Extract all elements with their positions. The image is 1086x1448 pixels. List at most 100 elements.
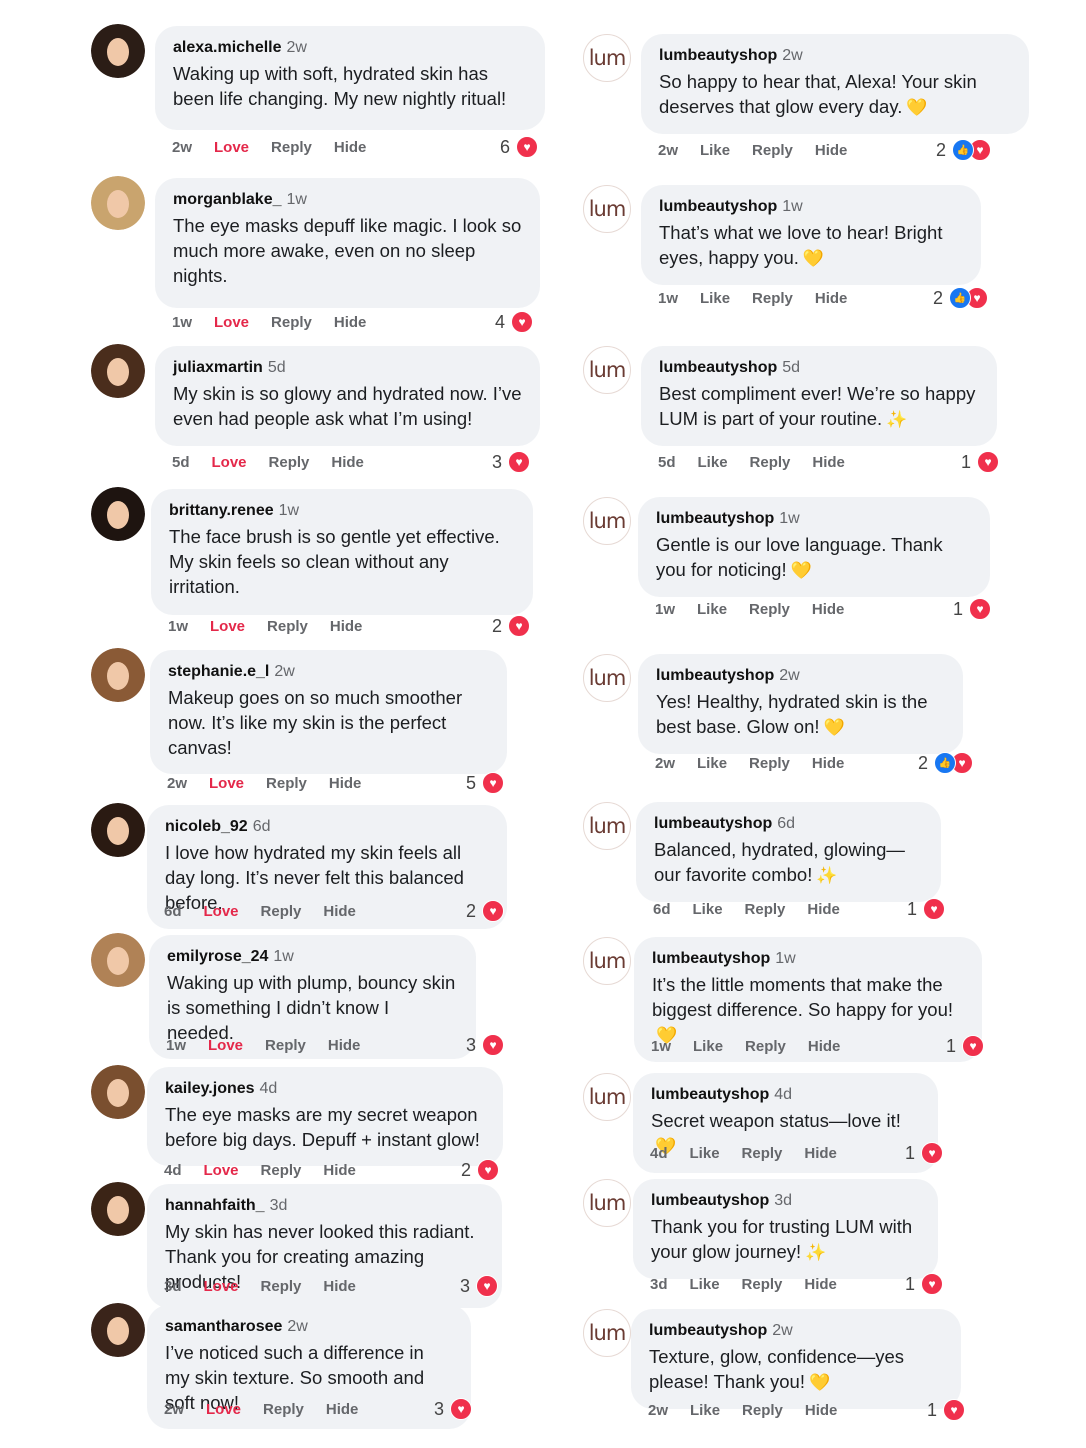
like-button[interactable]: Like <box>690 1276 720 1293</box>
avatar[interactable] <box>91 24 145 78</box>
username[interactable]: lumbeautyshop <box>649 1322 767 1339</box>
reaction-summary[interactable]: 3 ♥ <box>466 1033 505 1057</box>
reaction-summary[interactable]: 1 ♥ <box>905 1141 944 1165</box>
brand-logo-avatar[interactable]: lum <box>583 654 631 702</box>
brand-logo-avatar[interactable]: lum <box>583 802 631 850</box>
username[interactable]: kailey.jones <box>165 1080 255 1097</box>
reaction-summary[interactable]: 1 ♥ <box>961 450 1000 474</box>
like-button[interactable]: Like <box>700 290 730 307</box>
like-button[interactable]: Like <box>697 601 727 618</box>
reaction-summary[interactable]: 2 👍 ♥ <box>936 138 992 162</box>
avatar[interactable] <box>91 933 145 987</box>
like-button[interactable]: Like <box>693 901 723 918</box>
brand-logo-avatar[interactable]: lum <box>583 346 631 394</box>
reply-button[interactable]: Reply <box>742 1145 783 1162</box>
reaction-summary[interactable]: 3 ♥ <box>492 450 531 474</box>
username[interactable]: morganblake_ <box>173 191 281 208</box>
love-button[interactable]: Love <box>208 1037 243 1054</box>
hide-button[interactable]: Hide <box>804 1276 837 1293</box>
reaction-summary[interactable]: 2 👍 ♥ <box>918 751 974 775</box>
reply-button[interactable]: Reply <box>752 290 793 307</box>
reply-button[interactable]: Reply <box>749 601 790 618</box>
username[interactable]: lumbeautyshop <box>659 47 777 64</box>
avatar[interactable] <box>91 1182 145 1236</box>
reaction-summary[interactable]: 6 ♥ <box>500 135 539 159</box>
love-button[interactable]: Love <box>204 1278 239 1295</box>
hide-button[interactable]: Hide <box>323 1162 356 1179</box>
reaction-summary[interactable]: 1 ♥ <box>905 1272 944 1296</box>
username[interactable]: hannahfaith_ <box>165 1197 265 1214</box>
love-button[interactable]: Love <box>204 903 239 920</box>
reply-button[interactable]: Reply <box>749 755 790 772</box>
love-button[interactable]: Love <box>210 618 245 635</box>
brand-logo-avatar[interactable]: lum <box>583 1309 631 1357</box>
like-button[interactable]: Like <box>690 1402 720 1419</box>
username[interactable]: juliaxmartin <box>173 359 263 376</box>
reply-button[interactable]: Reply <box>742 1276 783 1293</box>
love-button[interactable]: Love <box>209 775 244 792</box>
username[interactable]: lumbeautyshop <box>651 1192 769 1209</box>
reply-button[interactable]: Reply <box>271 314 312 331</box>
username[interactable]: nicoleb_92 <box>165 818 248 835</box>
username[interactable]: lumbeautyshop <box>659 359 777 376</box>
reaction-summary[interactable]: 2 ♥ <box>466 899 505 923</box>
love-button[interactable]: Love <box>206 1401 241 1418</box>
reaction-summary[interactable]: 2 ♥ <box>492 614 531 638</box>
reaction-summary[interactable]: 1 ♥ <box>946 1034 985 1058</box>
reply-button[interactable]: Reply <box>269 454 310 471</box>
hide-button[interactable]: Hide <box>804 1145 837 1162</box>
reaction-summary[interactable]: 2 ♥ <box>461 1158 500 1182</box>
reaction-summary[interactable]: 3 ♥ <box>460 1274 499 1298</box>
reaction-summary[interactable]: 5 ♥ <box>466 771 505 795</box>
brand-logo-avatar[interactable]: lum <box>583 1073 631 1121</box>
hide-button[interactable]: Hide <box>812 601 845 618</box>
love-button[interactable]: Love <box>214 139 249 156</box>
username[interactable]: lumbeautyshop <box>652 950 770 967</box>
reply-button[interactable]: Reply <box>742 1402 783 1419</box>
hide-button[interactable]: Hide <box>330 618 363 635</box>
hide-button[interactable]: Hide <box>812 755 845 772</box>
hide-button[interactable]: Hide <box>331 454 364 471</box>
hide-button[interactable]: Hide <box>807 901 840 918</box>
reply-button[interactable]: Reply <box>271 139 312 156</box>
reply-button[interactable]: Reply <box>261 903 302 920</box>
username[interactable]: lumbeautyshop <box>656 667 774 684</box>
hide-button[interactable]: Hide <box>323 1278 356 1295</box>
reaction-summary[interactable]: 2 👍 ♥ <box>933 286 989 310</box>
love-button[interactable]: Love <box>212 454 247 471</box>
reply-button[interactable]: Reply <box>261 1162 302 1179</box>
brand-logo-avatar[interactable]: lum <box>583 34 631 82</box>
reaction-summary[interactable]: 3 ♥ <box>434 1397 473 1421</box>
hide-button[interactable]: Hide <box>334 314 367 331</box>
avatar[interactable] <box>91 487 145 541</box>
reply-button[interactable]: Reply <box>265 1037 306 1054</box>
avatar[interactable] <box>91 176 145 230</box>
hide-button[interactable]: Hide <box>815 142 848 159</box>
username[interactable]: stephanie.e_l <box>168 663 269 680</box>
avatar[interactable] <box>91 1065 145 1119</box>
hide-button[interactable]: Hide <box>328 1037 361 1054</box>
reply-button[interactable]: Reply <box>745 901 786 918</box>
hide-button[interactable]: Hide <box>812 454 845 471</box>
reply-button[interactable]: Reply <box>745 1038 786 1055</box>
username[interactable]: lumbeautyshop <box>651 1086 769 1103</box>
username[interactable]: samantharosee <box>165 1318 282 1335</box>
username[interactable]: alexa.michelle <box>173 39 282 56</box>
username[interactable]: brittany.renee <box>169 502 274 519</box>
username[interactable]: lumbeautyshop <box>656 510 774 527</box>
hide-button[interactable]: Hide <box>326 1401 359 1418</box>
hide-button[interactable]: Hide <box>808 1038 841 1055</box>
reaction-summary[interactable]: 4 ♥ <box>495 310 534 334</box>
reply-button[interactable]: Reply <box>261 1278 302 1295</box>
reply-button[interactable]: Reply <box>752 142 793 159</box>
username[interactable]: lumbeautyshop <box>659 198 777 215</box>
brand-logo-avatar[interactable]: lum <box>583 1179 631 1227</box>
like-button[interactable]: Like <box>690 1145 720 1162</box>
username[interactable]: lumbeautyshop <box>654 815 772 832</box>
hide-button[interactable]: Hide <box>323 903 356 920</box>
avatar[interactable] <box>91 1303 145 1357</box>
like-button[interactable]: Like <box>700 142 730 159</box>
avatar[interactable] <box>91 648 145 702</box>
reaction-summary[interactable]: 1 ♥ <box>953 597 992 621</box>
love-button[interactable]: Love <box>204 1162 239 1179</box>
